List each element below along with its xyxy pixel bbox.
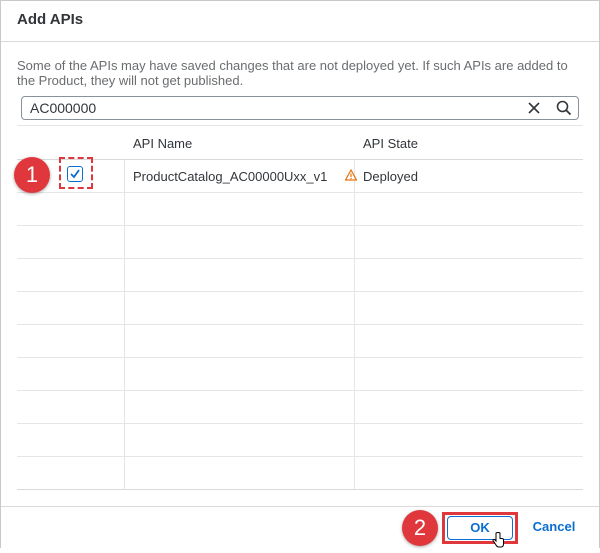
- search-icon[interactable]: [555, 99, 573, 117]
- api-state-cell: Deployed: [363, 169, 418, 184]
- api-name-cell: ProductCatalog_AC00000Uxx_v1: [133, 169, 328, 184]
- row-select-checkbox[interactable]: [67, 166, 83, 182]
- table-row: [17, 357, 583, 391]
- dialog-header: Add APIs: [1, 1, 599, 42]
- search-input[interactable]: AC000000: [30, 100, 96, 116]
- checkmark-icon: [70, 169, 80, 179]
- close-icon[interactable]: [525, 99, 543, 117]
- table-row: [17, 291, 583, 325]
- hand-cursor-icon: [491, 532, 505, 548]
- cancel-button[interactable]: Cancel: [527, 516, 581, 540]
- column-header-api-state: API State: [363, 136, 418, 151]
- search-field[interactable]: AC000000: [21, 96, 579, 120]
- table-row: [17, 423, 583, 457]
- warning-icon: [344, 168, 358, 181]
- info-text: Some of the APIs may have saved changes …: [17, 58, 568, 88]
- dialog-footer: OK Cancel: [1, 506, 599, 548]
- table-row: [17, 390, 583, 424]
- table-row: [17, 225, 583, 259]
- table-row: [17, 258, 583, 292]
- table-row: [17, 324, 583, 358]
- table-row[interactable]: ProductCatalog_AC00000Uxx_v1 Deployed: [17, 157, 583, 193]
- table-row: [17, 192, 583, 226]
- api-table: API Name API State ProductCatalog_AC0000…: [17, 125, 583, 490]
- dialog-title: Add APIs: [17, 11, 84, 28]
- column-header-api-name: API Name: [133, 136, 193, 151]
- table-header: API Name API State: [17, 125, 583, 160]
- step-callout-2: 2: [402, 510, 438, 546]
- add-apis-dialog: Add APIs Some of the APIs may have saved…: [0, 0, 600, 548]
- step-callout-1: 1: [14, 157, 50, 193]
